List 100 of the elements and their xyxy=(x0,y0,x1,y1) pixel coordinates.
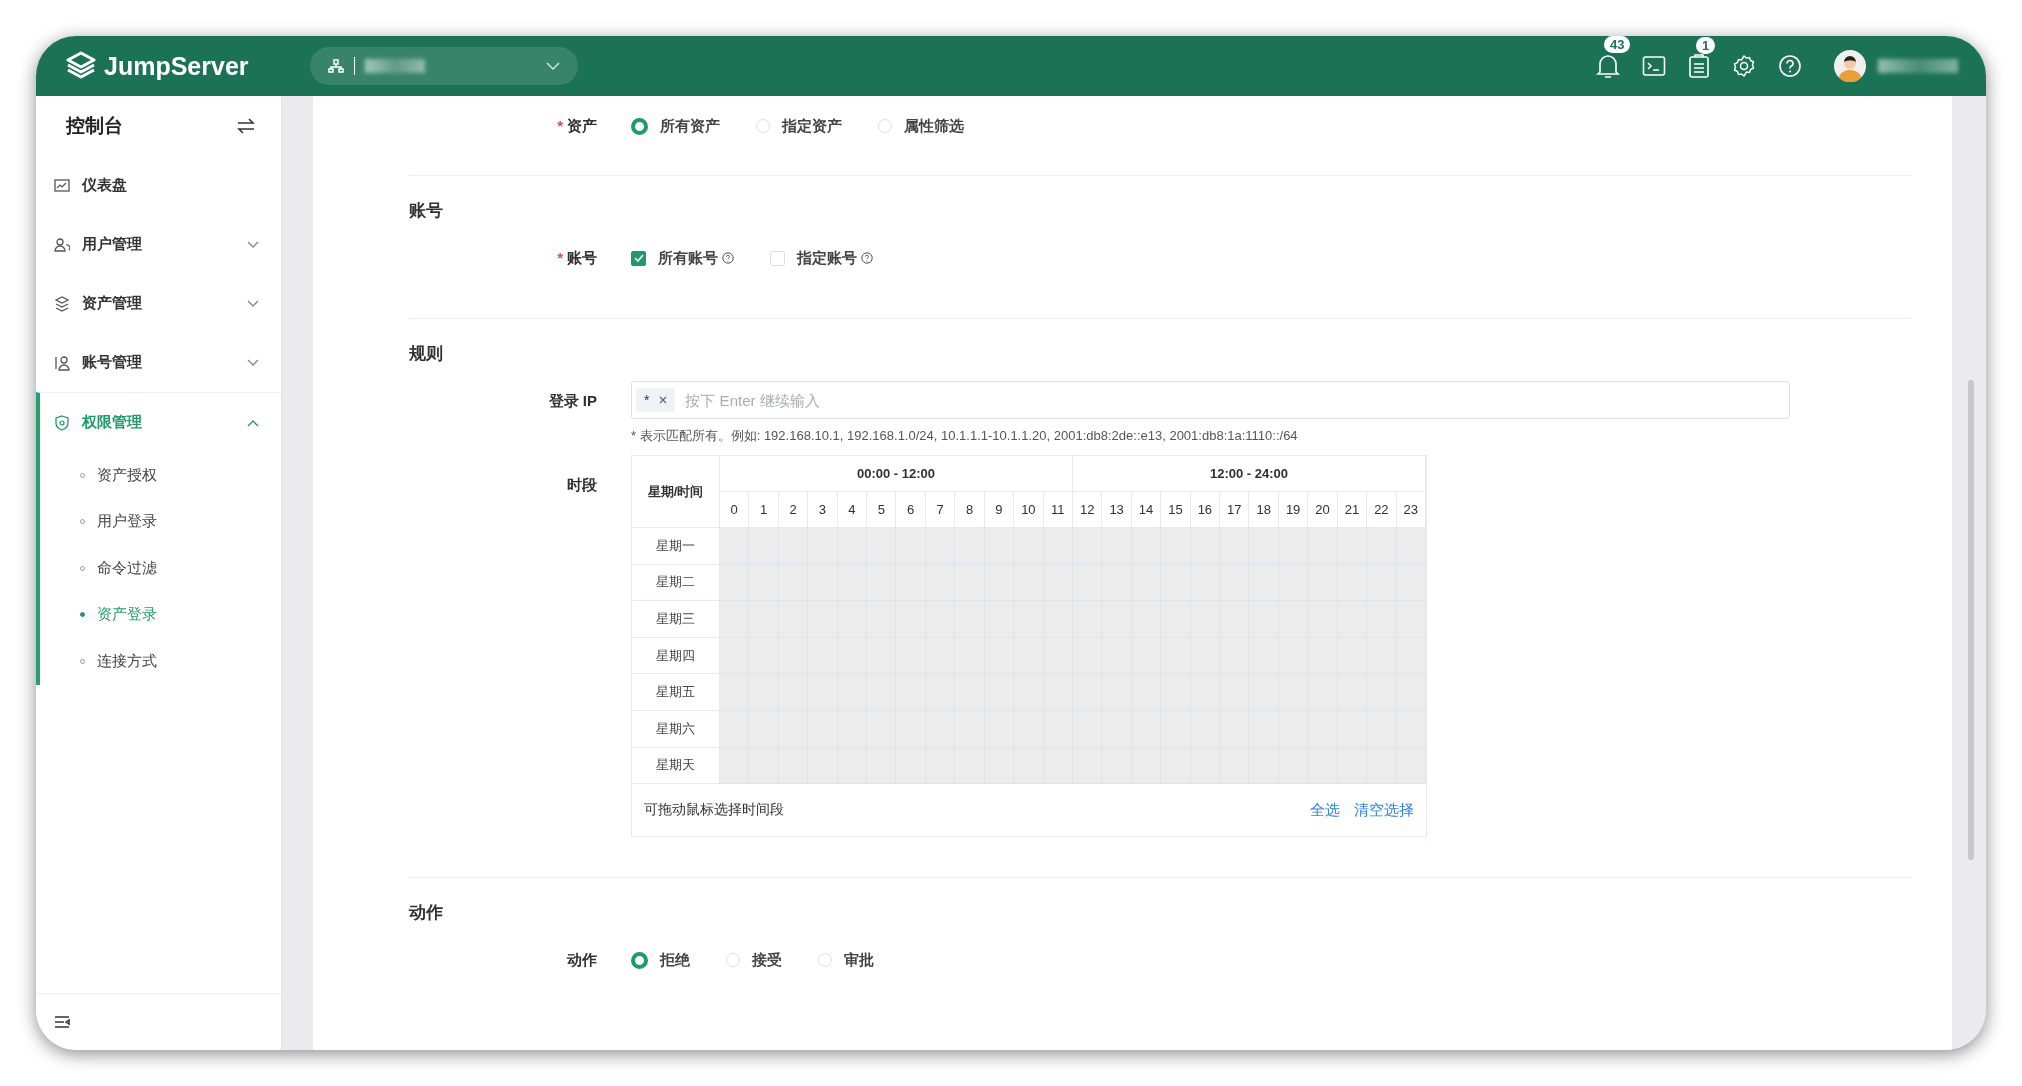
section-title: 动作 xyxy=(409,902,444,925)
users-icon xyxy=(54,236,70,253)
time-slot[interactable] xyxy=(808,528,838,565)
time-slot[interactable] xyxy=(1161,747,1191,785)
field-label: * 资产 xyxy=(556,116,598,136)
time-slot[interactable] xyxy=(720,601,750,638)
settings-button[interactable] xyxy=(1732,54,1756,78)
nav-item[interactable]: 资产管理 xyxy=(40,274,281,333)
section-title: 账号 xyxy=(409,200,444,222)
bell-button[interactable] xyxy=(1596,53,1620,79)
tasks-button[interactable] xyxy=(1688,54,1710,78)
time-slot[interactable] xyxy=(1161,528,1191,565)
field-label: 时段 xyxy=(566,475,598,495)
settings-icon xyxy=(1732,54,1756,78)
terminal-icon xyxy=(1642,55,1666,77)
time-slot[interactable] xyxy=(720,674,750,711)
radio-option[interactable]: 拒绝 xyxy=(631,950,690,970)
field-label: * 账号 xyxy=(556,248,598,268)
user-card-icon xyxy=(54,354,70,371)
time-slot[interactable] xyxy=(1014,528,1044,565)
organization-selector[interactable] xyxy=(310,47,578,85)
table-header: 星期/时间 xyxy=(632,456,720,528)
time-slot[interactable] xyxy=(1249,747,1279,785)
link[interactable]: 全选 xyxy=(1310,800,1340,820)
time-slot[interactable] xyxy=(1102,747,1132,785)
nav-item[interactable]: 仪表盘 xyxy=(40,156,281,215)
scrollbar[interactable] xyxy=(1968,380,1974,860)
hint-text: 可拖动鼠标选择时间段 xyxy=(644,801,784,820)
time-slot[interactable] xyxy=(896,747,926,785)
swap-icon[interactable] xyxy=(237,118,255,134)
table-header: 12:00 - 24:00 xyxy=(1073,456,1426,492)
time-slot[interactable] xyxy=(837,528,868,565)
field-label: 动作 xyxy=(565,950,598,971)
redacted-name xyxy=(365,59,425,73)
time-slot[interactable] xyxy=(1043,528,1073,565)
time-slot[interactable] xyxy=(1073,528,1103,565)
checkbox-option[interactable]: 所有账号 xyxy=(631,248,734,268)
time-slot[interactable] xyxy=(1014,747,1044,785)
terminal-button[interactable] xyxy=(1642,55,1666,77)
time-slot[interactable] xyxy=(720,747,750,785)
time-slot[interactable] xyxy=(1220,528,1250,565)
time-slot[interactable] xyxy=(896,528,926,565)
time-slot[interactable] xyxy=(1102,528,1132,565)
nav-item[interactable]: 权限管理 xyxy=(40,393,281,452)
ip-input-field[interactable]: * 按下 Enter 继续输入 xyxy=(631,381,1790,419)
time-slot[interactable] xyxy=(925,528,956,565)
time-slot[interactable] xyxy=(867,528,897,565)
time-slot[interactable] xyxy=(749,747,779,785)
time-slot[interactable] xyxy=(1308,747,1338,785)
time-slot[interactable] xyxy=(1396,601,1426,638)
shield-icon xyxy=(54,414,70,431)
clipboard-icon xyxy=(1688,54,1710,78)
nav-item[interactable]: 用户管理 xyxy=(40,215,281,274)
nav-item[interactable]: 账号管理 xyxy=(40,333,281,392)
time-slot[interactable] xyxy=(867,747,897,785)
time-slot[interactable] xyxy=(720,637,750,675)
time-slot[interactable] xyxy=(720,710,750,748)
time-slot[interactable] xyxy=(1190,528,1221,565)
radio-option[interactable]: 指定资产 xyxy=(756,116,842,136)
close-icon[interactable] xyxy=(659,396,668,404)
link[interactable]: 清空选择 xyxy=(1354,800,1414,820)
logo-text: JumpServer xyxy=(104,51,249,81)
nav-subitem[interactable]: 用户登录 xyxy=(40,498,281,545)
time-slot[interactable] xyxy=(1396,674,1426,711)
time-slot[interactable] xyxy=(1249,528,1279,565)
time-slot[interactable] xyxy=(1367,747,1397,785)
radio-option[interactable]: 属性筛选 xyxy=(878,116,964,136)
sidebar-title: 控制台 xyxy=(66,114,123,138)
time-slot[interactable] xyxy=(720,564,750,602)
time-slot[interactable] xyxy=(720,528,750,565)
time-slot[interactable] xyxy=(778,528,809,565)
radio-option[interactable]: 接受 xyxy=(726,950,782,970)
time-slot[interactable] xyxy=(1308,528,1338,565)
nav-subitem[interactable]: 资产登录 xyxy=(40,591,281,638)
layers-icon xyxy=(54,295,70,312)
time-slot[interactable] xyxy=(955,528,985,565)
chart-icon xyxy=(54,177,70,194)
avatar[interactable] xyxy=(1834,50,1866,82)
time-slot[interactable] xyxy=(1367,528,1397,565)
time-slot[interactable] xyxy=(1131,528,1162,565)
time-slot[interactable] xyxy=(749,528,779,565)
table-header: 00:00 - 12:00 xyxy=(720,456,1073,492)
logo-icon xyxy=(66,51,96,81)
nav-subitem[interactable]: 连接方式 xyxy=(40,638,281,685)
nav-subitem[interactable]: 命令过滤 xyxy=(40,545,281,592)
time-slot[interactable] xyxy=(1396,528,1426,565)
time-slot[interactable] xyxy=(808,747,838,785)
tag: * xyxy=(636,388,676,412)
time-slot[interactable] xyxy=(984,528,1015,565)
time-slot[interactable] xyxy=(1337,528,1368,565)
time-slot[interactable] xyxy=(1278,528,1309,565)
help-button[interactable] xyxy=(1778,54,1802,78)
checkbox-option[interactable]: 指定账号 xyxy=(770,248,873,268)
nav-subitem[interactable]: 资产授权 xyxy=(40,452,281,499)
time-slot[interactable] xyxy=(1220,747,1250,785)
collapse-menu-icon[interactable] xyxy=(54,1015,70,1029)
time-slot[interactable] xyxy=(955,747,985,785)
section-title: 规则 xyxy=(409,343,444,365)
radio-option[interactable]: 所有资产 xyxy=(631,116,720,136)
radio-option[interactable]: 审批 xyxy=(818,950,874,970)
